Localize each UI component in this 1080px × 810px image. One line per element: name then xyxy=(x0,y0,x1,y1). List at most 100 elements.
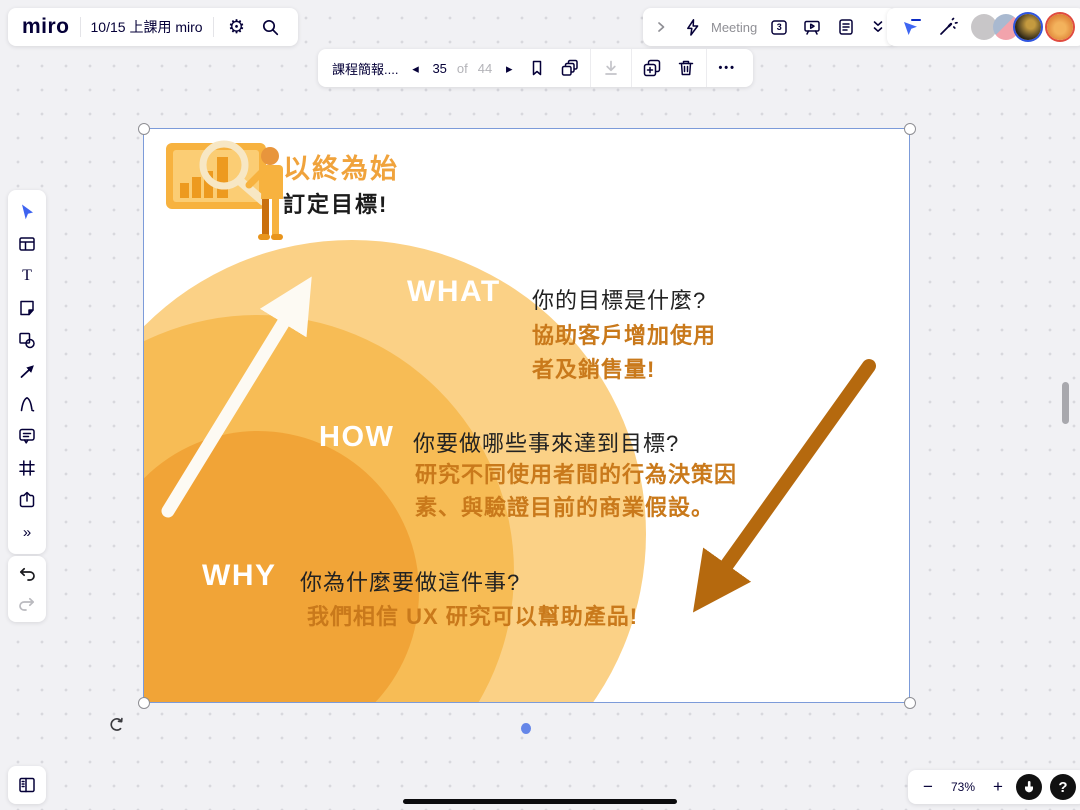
rotate-handle-icon[interactable] xyxy=(107,716,126,735)
redo-button[interactable] xyxy=(15,594,39,614)
pen-icon xyxy=(17,394,37,414)
collapse-meeting-button[interactable] xyxy=(653,17,669,37)
settings-button[interactable]: ⚙ xyxy=(224,14,250,40)
select-tool-button[interactable] xyxy=(8,196,46,228)
creation-toolbar: T xyxy=(8,190,46,554)
how-heading[interactable]: HOW xyxy=(319,421,394,454)
how-answer-line1: 研究不同使用者間的行為決策因 xyxy=(415,458,737,491)
pen-tool-button[interactable] xyxy=(8,388,46,420)
current-frame-number[interactable]: 35 xyxy=(432,61,446,76)
undo-icon xyxy=(17,566,37,582)
selection-handle-bottom-left[interactable] xyxy=(138,697,150,709)
divider xyxy=(80,17,81,37)
frame-tool-button[interactable] xyxy=(8,452,46,484)
lightning-icon xyxy=(683,18,702,37)
how-answer[interactable]: 研究不同使用者間的行為決策因 素、與驗證目前的商業假設。 xyxy=(415,458,737,524)
of-label: of xyxy=(457,61,468,76)
collapse-toolbar-button[interactable] xyxy=(869,16,887,38)
avatar-user3[interactable] xyxy=(1015,14,1041,40)
text-tool-icon: T xyxy=(22,267,32,285)
gear-icon: ⚙ xyxy=(228,16,245,38)
slide-subtitle[interactable]: 訂定目標! xyxy=(283,187,388,219)
laser-pointer-icon xyxy=(937,16,959,38)
duplicate-button[interactable] xyxy=(640,56,664,80)
board-title[interactable]: 10/15 上課用 miro xyxy=(91,17,203,37)
meeting-bar: Meeting 3 xyxy=(643,8,897,46)
minus-icon: − xyxy=(918,777,938,797)
what-answer[interactable]: 協助客戶增加使用 者及銷售量! xyxy=(532,319,716,387)
comment-icon xyxy=(17,426,37,446)
text-tool-button[interactable]: T xyxy=(8,260,46,292)
upload-tool-button[interactable] xyxy=(8,484,46,516)
slide-frame[interactable]: 以終為始 訂定目標! WHAT 你的目標是什麼? 協助客戶增加使用 者及銷售量!… xyxy=(143,128,910,703)
notes-button[interactable] xyxy=(835,16,857,38)
next-arrow-icon: ▸ xyxy=(506,62,513,75)
templates-icon xyxy=(17,234,37,254)
why-answer-line1: 我們相信 UX 研究可以幫助產品! xyxy=(307,600,638,634)
divider xyxy=(213,17,214,37)
next-frame-button[interactable]: ▸ xyxy=(502,62,516,75)
shapes-icon xyxy=(17,330,37,350)
laser-pointer-button[interactable] xyxy=(935,14,961,40)
vertical-scrollbar[interactable] xyxy=(1062,382,1069,424)
sticky-note-tool-button[interactable] xyxy=(8,292,46,324)
frames-panel-button[interactable] xyxy=(8,766,46,804)
what-heading[interactable]: WHAT xyxy=(407,275,501,309)
frames-stack-button[interactable] xyxy=(558,56,582,80)
gestures-button[interactable] xyxy=(1016,774,1042,800)
shapes-tool-button[interactable] xyxy=(8,324,46,356)
search-button[interactable] xyxy=(258,14,284,40)
arrow-tool-button[interactable] xyxy=(8,356,46,388)
present-button[interactable] xyxy=(801,16,823,38)
follow-cursor-icon xyxy=(901,16,923,38)
frame-toolbar: 課程簡報.... ◂ 35 of 44 ▸ xyxy=(318,49,753,87)
why-answer[interactable]: 我們相信 UX 研究可以幫助產品! xyxy=(307,600,638,634)
selection-handle-top-right[interactable] xyxy=(904,123,916,135)
bookmark-button[interactable] xyxy=(526,57,548,79)
upload-icon xyxy=(17,490,37,510)
app-header-bar: miro 10/15 上課用 miro ⚙ xyxy=(8,8,298,46)
follow-mode-button[interactable] xyxy=(899,14,925,40)
why-question[interactable]: 你為什麼要做這件事? xyxy=(300,565,520,597)
more-tools-button[interactable]: » xyxy=(8,516,46,548)
comment-tool-button[interactable] xyxy=(8,420,46,452)
frame-icon xyxy=(17,458,37,478)
prev-arrow-icon: ◂ xyxy=(412,62,419,75)
templates-tool-button[interactable] xyxy=(8,228,46,260)
chevron-right-icon xyxy=(655,20,667,34)
zoom-level[interactable]: 73% xyxy=(946,780,980,794)
frame-name[interactable]: 課程簡報.... xyxy=(332,59,398,78)
duplicate-icon xyxy=(642,58,662,78)
what-answer-line2: 者及銷售量! xyxy=(532,353,716,387)
selection-handle-top-left[interactable] xyxy=(138,123,150,135)
more-tools-icon: » xyxy=(23,524,31,541)
zoom-in-button[interactable]: + xyxy=(988,775,1008,799)
notes-icon xyxy=(836,17,856,37)
selection-handle-bottom-right[interactable] xyxy=(904,697,916,709)
search-icon xyxy=(261,18,280,37)
miro-logo[interactable]: miro xyxy=(22,15,70,39)
avatar-current-user[interactable] xyxy=(1047,14,1073,40)
total-frames: 44 xyxy=(478,61,492,76)
what-question[interactable]: 你的目標是什麼? xyxy=(532,283,706,315)
sticky-note-icon xyxy=(17,298,37,318)
arrow-icon xyxy=(17,362,37,382)
cursor-icon xyxy=(17,202,37,222)
analyst-illustration xyxy=(162,135,297,247)
how-question[interactable]: 你要做哪些事來達到目標? xyxy=(413,426,679,458)
more-options-button[interactable]: ••• xyxy=(715,56,739,80)
undo-button[interactable] xyxy=(15,564,39,584)
download-button[interactable] xyxy=(599,56,623,80)
slide-pagination-dot[interactable] xyxy=(521,723,531,734)
presence-bar xyxy=(887,8,1080,46)
slide-title[interactable]: 以終為始 xyxy=(283,147,399,186)
delete-button[interactable] xyxy=(674,56,698,80)
calendar-button[interactable]: 3 xyxy=(769,17,789,37)
help-button[interactable]: ? xyxy=(1050,774,1076,800)
tap-hand-icon xyxy=(1022,780,1036,794)
trash-icon xyxy=(676,58,696,78)
zoom-out-button[interactable]: − xyxy=(918,775,938,799)
energy-button[interactable] xyxy=(681,16,703,38)
prev-frame-button[interactable]: ◂ xyxy=(408,62,422,75)
why-heading[interactable]: WHY xyxy=(202,559,277,593)
